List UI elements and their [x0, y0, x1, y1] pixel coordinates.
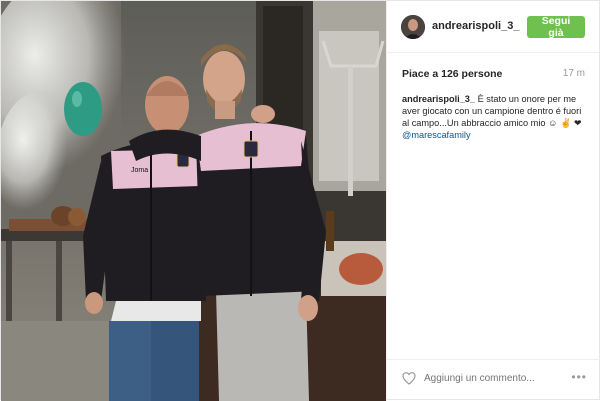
post-time[interactable]: 17 m [563, 68, 585, 79]
instagram-post: Joma andrearispoli_3_ Segui già Piace a … [0, 0, 600, 401]
post-sidebar: andrearispoli_3_ Segui già Piace a 126 p… [386, 1, 600, 401]
post-photo[interactable]: Joma [1, 1, 386, 401]
post-footer: ••• [387, 360, 600, 400]
post-header: andrearispoli_3_ Segui già [387, 1, 600, 53]
heart-icon[interactable] [401, 370, 417, 386]
avatar-image [401, 15, 425, 39]
more-options-icon[interactable]: ••• [571, 370, 587, 384]
jersey-brand-label: Joma [131, 167, 148, 174]
post-username[interactable]: andrearispoli_3_ [432, 20, 519, 32]
comment-input[interactable] [424, 369, 544, 387]
likes-count[interactable]: Piace a 126 persone [402, 68, 502, 80]
photo-illustration: Joma [1, 1, 386, 401]
post-caption: andrearispoli_3_ È stato un onore per me… [402, 93, 588, 141]
avatar-icon[interactable] [401, 15, 425, 39]
follow-button[interactable]: Segui già [527, 15, 585, 39]
caption-mention[interactable]: @marescafamily [402, 130, 471, 140]
caption-username[interactable]: andrearispoli_3_ [402, 94, 475, 104]
